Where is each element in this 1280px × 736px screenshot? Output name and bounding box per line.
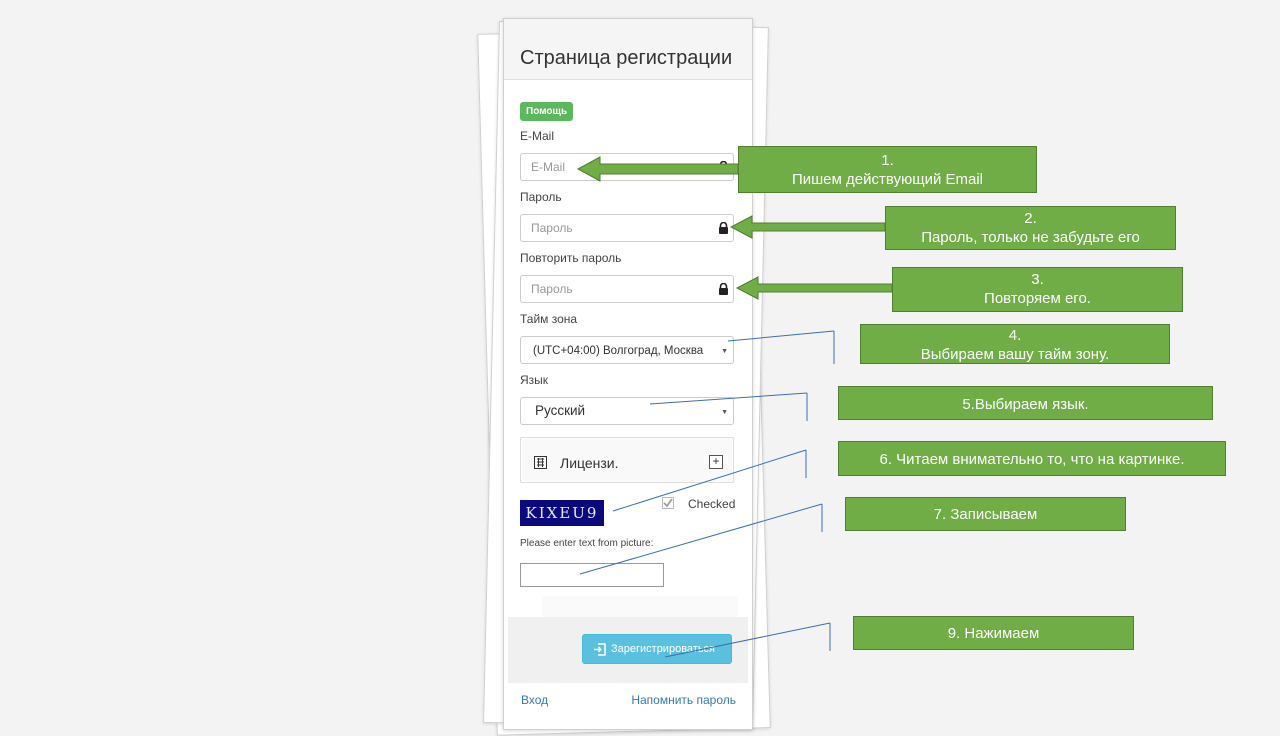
- connector-line: [664, 622, 831, 658]
- arrow-icon: [576, 156, 739, 182]
- connector-line: [727, 330, 835, 342]
- connector-line: [579, 503, 823, 575]
- connector-line: [612, 449, 807, 512]
- annotation-overlay: [576, 156, 893, 658]
- arrow-icon: [735, 276, 893, 300]
- connector-line: [649, 392, 808, 405]
- arrow-icon: [729, 215, 886, 239]
